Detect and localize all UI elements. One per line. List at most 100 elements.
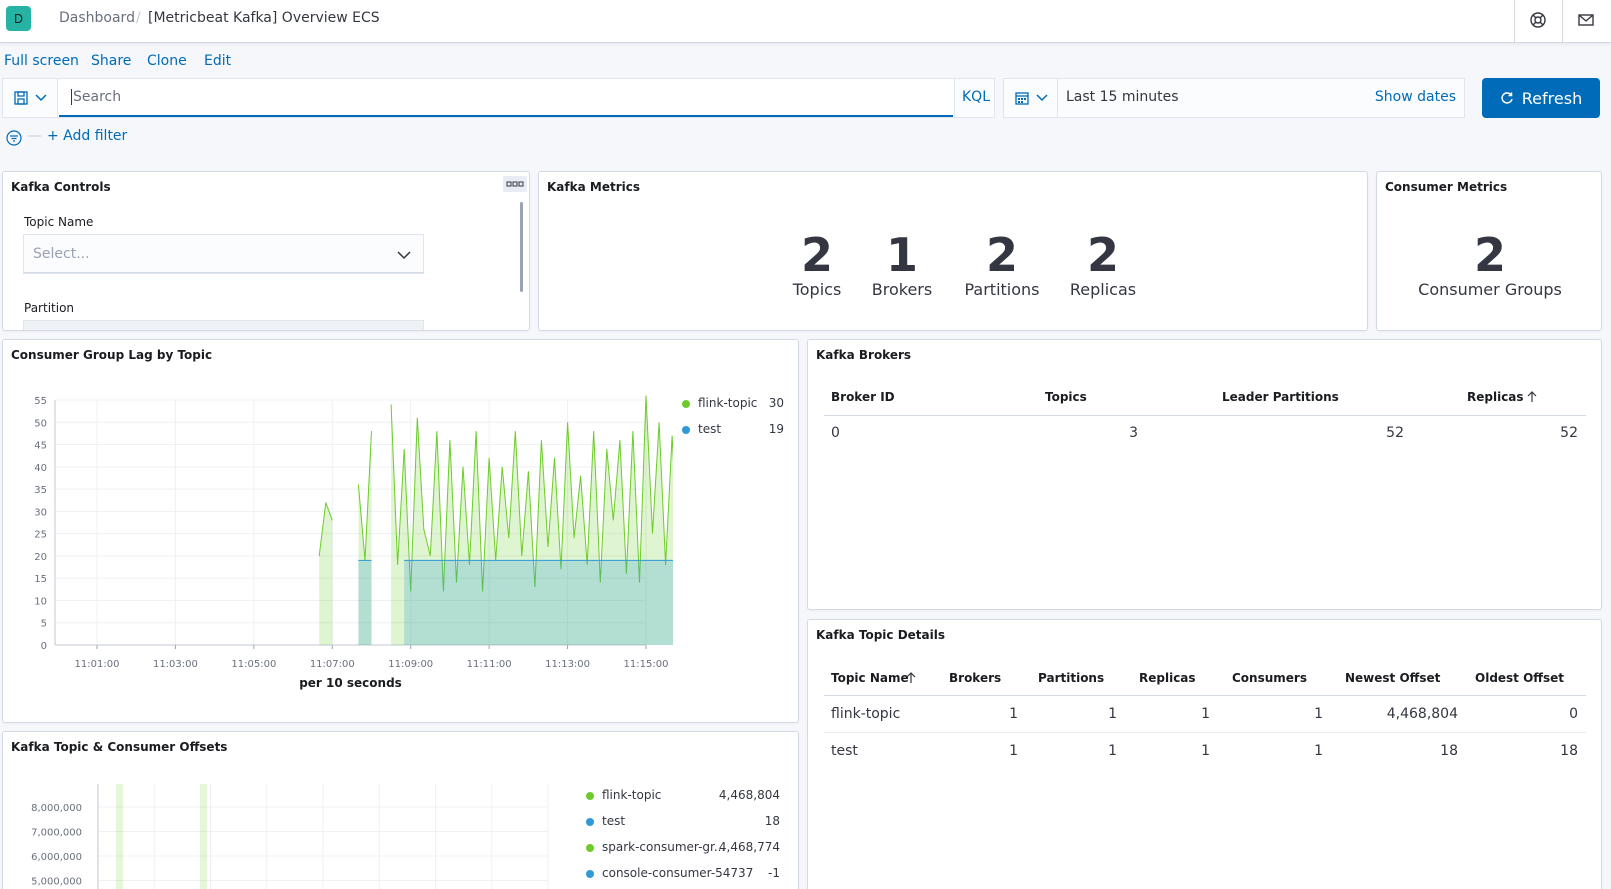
- kql-language-toggle[interactable]: KQL: [954, 79, 995, 117]
- scrollbar[interactable]: [520, 202, 523, 292]
- header-divider: [824, 695, 1586, 696]
- y-tick-label: 8,000,000: [31, 803, 82, 814]
- y-tick-label: 55: [34, 396, 47, 407]
- legend-item-flink-topic[interactable]: flink-topic: [602, 788, 661, 802]
- y-tick-label: 5: [41, 619, 47, 630]
- kafka-metrics-panel: Kafka Metrics 2 Topics 1 Brokers 2 Parti…: [538, 171, 1368, 331]
- refresh-button[interactable]: Refresh: [1482, 78, 1600, 118]
- legend-dot: [586, 818, 594, 826]
- column-broker-id[interactable]: Broker ID: [831, 390, 895, 404]
- series-area-spark-consumer: [200, 784, 207, 889]
- table-cell: 0: [1569, 706, 1578, 722]
- saved-query-button[interactable]: [3, 79, 58, 117]
- column-newest-offset[interactable]: Newest Offset: [1345, 671, 1440, 685]
- x-tick-label: 11:07:00: [310, 659, 355, 670]
- add-filter-button[interactable]: + Add filter: [47, 128, 127, 144]
- chevron-down-icon: [397, 251, 411, 260]
- table-cell: 1: [1108, 706, 1117, 722]
- show-dates-link[interactable]: Show dates: [1375, 89, 1456, 105]
- share-link[interactable]: Share: [91, 53, 131, 69]
- consumer-metrics-panel: Consumer Metrics 2 Consumer Groups: [1376, 171, 1602, 331]
- metric-replicas: 2 Replicas: [1053, 232, 1153, 299]
- y-tick-label: 10: [34, 596, 47, 607]
- x-tick-label: 11:15:00: [624, 659, 669, 670]
- topic-name-select[interactable]: Select...: [23, 234, 424, 274]
- table-cell: 4,468,804: [1386, 706, 1458, 722]
- offsets-panel: Kafka Topic & Consumer Offsets 8,000,000…: [2, 731, 799, 889]
- partition-select[interactable]: [23, 320, 424, 330]
- column-topics[interactable]: Topics: [1045, 390, 1087, 404]
- metric-value: 2: [1086, 228, 1119, 282]
- metric-label: Topics: [792, 280, 842, 299]
- topic-select-placeholder: Select...: [33, 246, 90, 262]
- edit-link[interactable]: Edit: [204, 53, 231, 69]
- table-cell: 0: [831, 425, 840, 441]
- help-icon[interactable]: [1528, 10, 1548, 30]
- table-cell: 52: [1386, 425, 1404, 441]
- column-partitions[interactable]: Partitions: [1038, 671, 1104, 685]
- full-screen-link[interactable]: Full screen: [4, 53, 79, 69]
- column-oldest-offset[interactable]: Oldest Offset: [1475, 671, 1564, 685]
- legend-dot: [586, 844, 594, 852]
- panel-options-button[interactable]: [503, 176, 527, 192]
- panel-title: Kafka Metrics: [547, 180, 640, 194]
- legend-value: 19: [768, 422, 784, 436]
- offsets-chart[interactable]: 8,000,000 7,000,000 6,000,000 5,000,000: [3, 732, 563, 889]
- filter-icon[interactable]: [6, 130, 22, 146]
- legend-value: 18: [764, 814, 780, 828]
- calendar-icon: [1015, 92, 1029, 105]
- metric-consumer-groups: 2 Consumer Groups: [1390, 232, 1590, 299]
- column-topic-name[interactable]: Topic Name: [831, 671, 909, 685]
- metric-label: Partitions: [964, 280, 1040, 299]
- column-consumers[interactable]: Consumers: [1232, 671, 1307, 685]
- legend-dot: [586, 792, 594, 800]
- column-replicas[interactable]: Replicas: [1139, 671, 1196, 685]
- legend-dot: [586, 870, 594, 878]
- y-tick-label: 30: [34, 507, 47, 518]
- legend-value: -1: [768, 866, 780, 880]
- table-cell: 1: [1009, 743, 1018, 759]
- y-tick-label: 20: [34, 552, 47, 563]
- clone-link[interactable]: Clone: [147, 53, 187, 69]
- table-cell: test: [831, 743, 858, 759]
- filter-divider: —: [28, 128, 42, 144]
- y-tick-label: 15: [34, 574, 47, 585]
- quick-menu-button[interactable]: [1004, 79, 1058, 117]
- row-divider: [824, 732, 1586, 733]
- x-tick-label: 11:11:00: [467, 659, 512, 670]
- table-cell: 1: [1108, 743, 1117, 759]
- time-range-label[interactable]: Last 15 minutes: [1066, 89, 1179, 105]
- table-cell: 18: [1440, 743, 1458, 759]
- metric-value: 2: [800, 228, 833, 282]
- lag-chart[interactable]: 0 5 10 15 20 25 30 35 40 45 50 55 11:01:00 11:03:00 11…: [3, 340, 673, 723]
- y-tick-label: 50: [34, 418, 47, 429]
- metric-topics: 2 Topics: [777, 232, 857, 299]
- series-area-test: [358, 560, 372, 645]
- column-replicas[interactable]: Replicas: [1467, 390, 1524, 404]
- panel-title: Consumer Metrics: [1385, 180, 1508, 194]
- metric-value: 2: [1473, 228, 1506, 282]
- header-divider: [824, 415, 1586, 416]
- mail-icon[interactable]: [1576, 10, 1596, 30]
- table-cell: 1: [1201, 706, 1210, 722]
- metric-label: Brokers: [871, 280, 933, 299]
- time-picker: Last 15 minutes Show dates: [1003, 78, 1465, 118]
- breadcrumb-dashboard[interactable]: Dashboard: [59, 10, 135, 26]
- search-input[interactable]: Search: [59, 79, 953, 117]
- legend-value: 30: [768, 396, 784, 410]
- sort-ascending-icon[interactable]: [905, 672, 917, 684]
- y-tick-label: 35: [34, 485, 47, 496]
- column-leader-partitions[interactable]: Leader Partitions: [1222, 390, 1339, 404]
- consumer-lag-panel: Consumer Group Lag by Topic 0 5 10 15 20 25 30…: [2, 339, 799, 723]
- kafka-brokers-panel: Kafka Brokers Broker ID Topics Leader Pa…: [807, 339, 1602, 610]
- top-nav-bar: D Dashboard / [Metricbeat Kafka] Overvie…: [0, 0, 1611, 43]
- metric-partitions: 2 Partitions: [952, 232, 1052, 299]
- x-tick-label: 11:03:00: [153, 659, 198, 670]
- x-axis-label: per 10 seconds: [299, 676, 402, 690]
- legend-item-test[interactable]: test: [602, 814, 625, 828]
- space-avatar[interactable]: D: [6, 6, 31, 31]
- column-brokers[interactable]: Brokers: [949, 671, 1001, 685]
- table-cell: 18: [1560, 743, 1578, 759]
- sort-ascending-icon[interactable]: [1526, 391, 1538, 403]
- table-cell: 1: [1201, 743, 1210, 759]
